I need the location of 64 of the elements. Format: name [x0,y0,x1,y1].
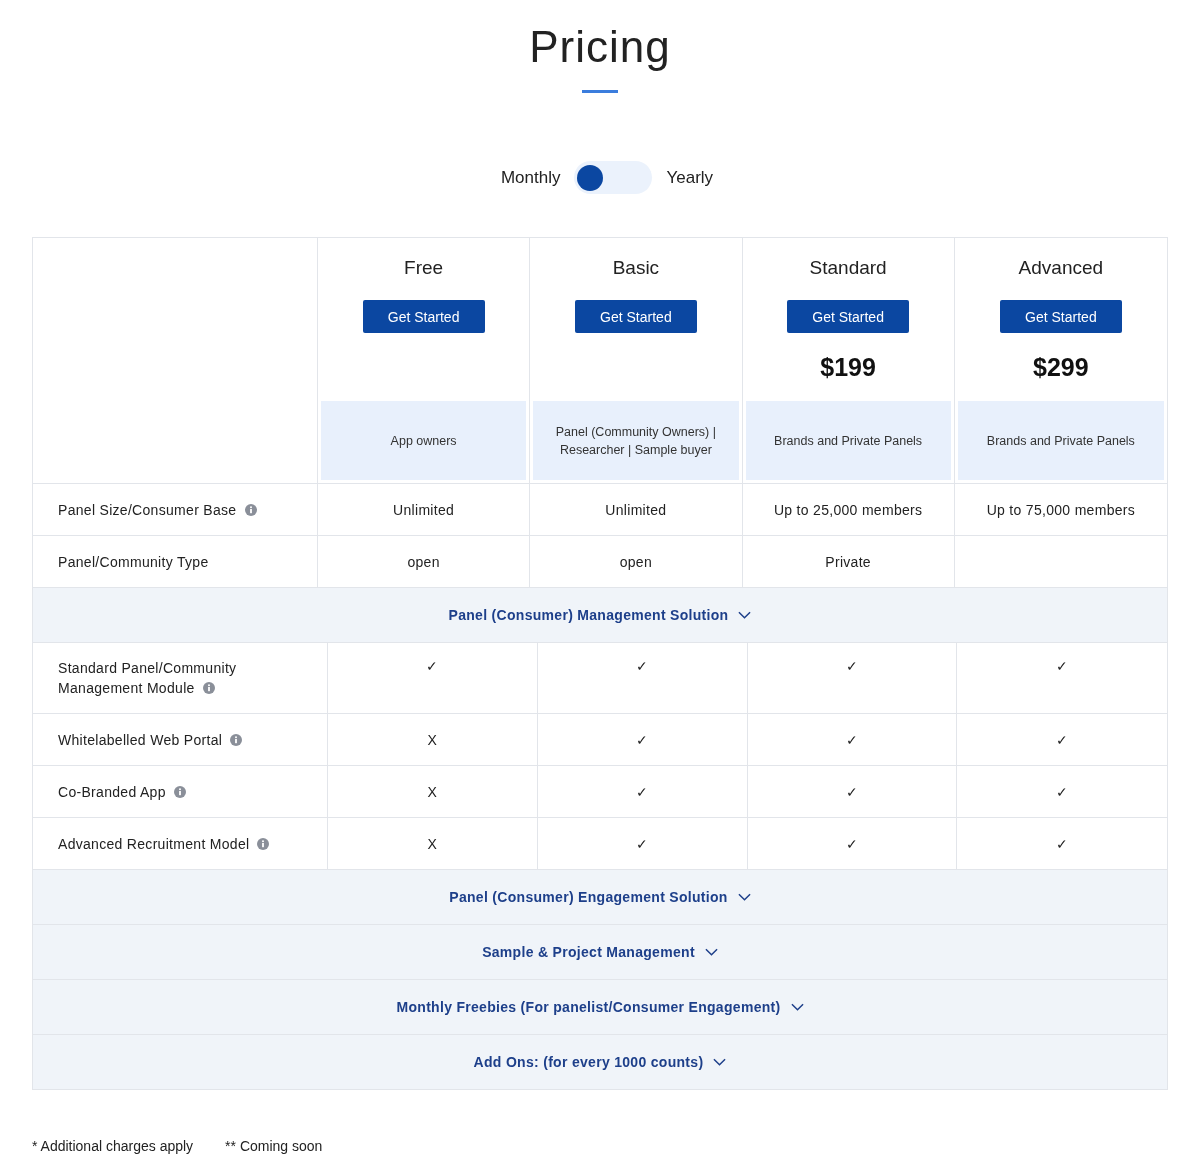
table-cell: Up to 25,000 members [773,501,923,518]
table-cell: ✓ [426,658,439,674]
table-cell: Unlimited [393,501,455,518]
table-cell: ✓ [845,658,859,674]
plan-price: $299 [1033,352,1089,382]
audience-cell: Brands and Private Panels [957,401,1164,480]
table-cell: X [427,731,438,748]
table-cell: ✓ [635,731,649,748]
table-cell: open [619,553,653,570]
yearly-label: Yearly [666,167,714,188]
feature-label: Whitelabelled Web Portal [58,729,243,750]
chevron-down-icon [737,893,751,901]
feature-label: Co-Branded App [58,781,186,802]
section-header[interactable]: Add Ons: (for every 1000 counts) [33,1035,1167,1089]
get-started-button[interactable]: Get Started [574,300,697,333]
feature-label: Panel/Community Type [58,552,209,572]
footnote: * Additional charges apply [32,1138,194,1154]
section-header[interactable]: Panel (Consumer) Management Solution [33,588,1167,643]
table-cell: ✓ [635,835,649,852]
info-icon[interactable] [257,837,270,850]
table-cell: ✓ [1055,835,1069,852]
section-header[interactable]: Monthly Freebies (For panelist/Consumer Engagement) [33,980,1167,1035]
chevron-down-icon [790,1003,804,1011]
billing-switch[interactable] [574,161,653,194]
table-cell: Private [825,553,871,570]
info-icon[interactable] [202,682,215,694]
feature-label: Advanced Recruitment Model [58,833,270,854]
audience-cell: App owners [321,401,527,480]
table-cell: ✓ [1055,783,1069,800]
chevron-down-icon [713,1058,727,1066]
section-header[interactable]: Panel (Consumer) Engagement Solution [33,870,1167,925]
audience-cell: Panel (Community Owners) | Researcher | Sample buyer [533,401,739,480]
feature-label: Standard Panel/Community Management Module [58,659,238,698]
get-started-button[interactable]: Get Started [999,300,1122,333]
plan-name: Standard [809,256,887,280]
table-cell: Unlimited [605,501,667,518]
table-cell: ✓ [1055,658,1069,674]
table-cell: ✓ [635,658,649,674]
section-header[interactable]: Sample & Project Management [33,925,1167,980]
plan-name: Free [404,256,444,280]
table-cell: ✓ [635,783,649,800]
page-title: Pricing [528,21,672,72]
table-cell: X [427,783,438,800]
get-started-button[interactable]: Get Started [362,300,485,333]
monthly-label: Monthly [500,167,561,188]
footnote: ** Coming soon [225,1138,323,1154]
table-cell: X [427,835,438,852]
plan-price: $199 [820,352,876,382]
feature-label: Panel Size/Consumer Base [58,500,237,520]
audience-cell: Brands and Private Panels [745,401,951,480]
table-cell: ✓ [845,835,859,852]
plan-name: Basic [612,256,660,280]
info-icon[interactable] [173,785,186,798]
info-icon[interactable] [245,503,258,516]
table-cell: ✓ [1055,731,1069,748]
table-cell: ✓ [845,731,859,748]
table-cell: Up to 75,000 members [986,501,1136,518]
table-cell: open [407,553,440,570]
plan-name: Advanced [1018,256,1104,280]
get-started-button[interactable]: Get Started [787,300,910,333]
table-cell: ✓ [845,783,859,800]
info-icon[interactable] [230,733,243,746]
chevron-down-icon [738,611,752,619]
chevron-down-icon [704,948,718,956]
